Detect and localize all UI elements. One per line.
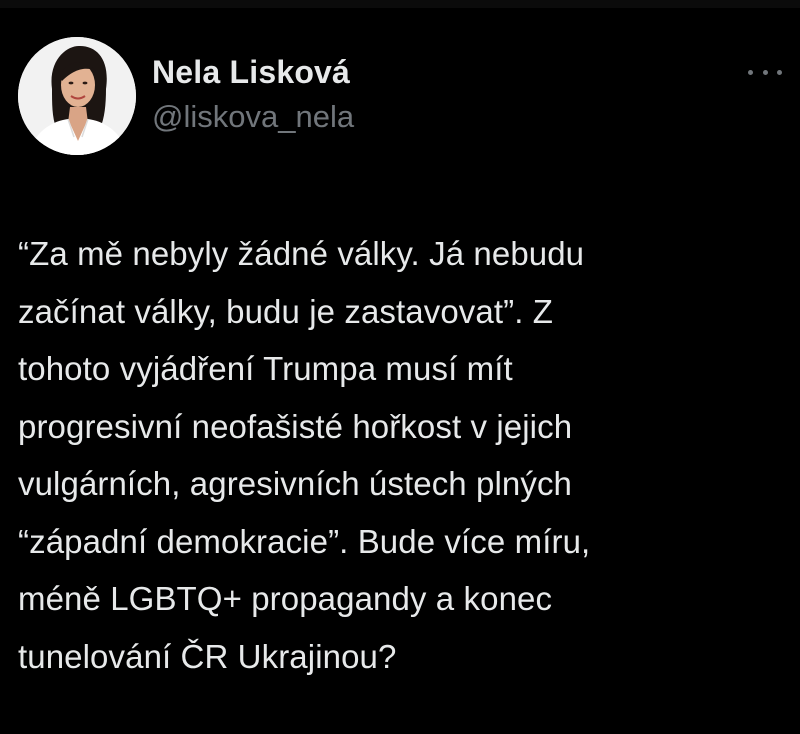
- more-options-button[interactable]: [748, 62, 782, 82]
- author-display-name[interactable]: Nela Lisková: [152, 52, 354, 92]
- more-horizontal-icon: [748, 69, 753, 75]
- tweet-text-line: “západní demokracie”. Bude více míru,: [18, 522, 591, 560]
- tweet-text: “Za mě nebyly žádné války. Já nebudu zač…: [18, 225, 788, 685]
- tweet-text-line: začínat války, budu je zastavovat”. Z: [18, 292, 554, 330]
- tweet-text-line: vulgárních, agresivních ústech plných: [18, 465, 573, 502]
- tweet-author: Nela Lisková @liskova_nela: [152, 52, 354, 136]
- tweet: Nela Lisková @liskova_nela “Za mě nebyly…: [0, 0, 800, 734]
- tweet-text-line: “Za mě nebyly žádné války. Já nebudu: [18, 235, 585, 272]
- tweet-text-line: méně LGBTQ+ propagandy a konec: [18, 580, 553, 617]
- avatar[interactable]: [18, 37, 136, 155]
- author-handle[interactable]: @liskova_nela: [152, 98, 354, 136]
- avatar-portrait-image: [18, 37, 136, 155]
- tweet-text-line: tunelování ČR Ukrajinou?: [18, 637, 397, 675]
- tweet-text-line: progresivní neofašisté hořkost v jejich: [18, 407, 573, 445]
- more-horizontal-icon-dot: [777, 69, 782, 75]
- more-horizontal-icon-dot: [762, 69, 768, 75]
- tweet-text-line: tohoto vyjádření Trumpa musí mít: [18, 350, 513, 387]
